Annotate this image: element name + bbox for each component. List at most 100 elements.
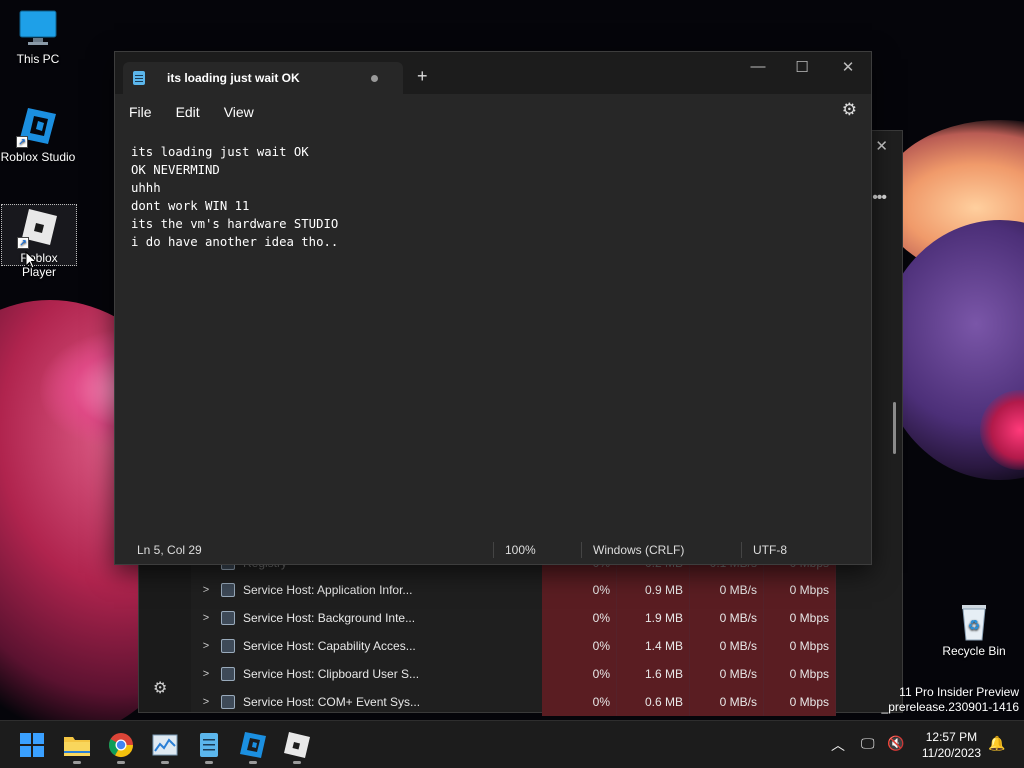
desktop-icon-label: Recycle Bin: [942, 644, 1006, 658]
desktop-icon-label: This PC: [16, 52, 60, 66]
desktop-icon-this-pc[interactable]: This PC: [0, 8, 76, 66]
menu-file[interactable]: File: [115, 104, 162, 120]
memory-cell: 1.4 MB: [617, 632, 690, 660]
new-tab-button[interactable]: +: [417, 66, 428, 87]
desktop-icon-recycle-bin[interactable]: ♻ Recycle Bin: [936, 600, 1012, 658]
network-icon[interactable]: 🖵: [861, 735, 875, 752]
disk-cell: 0 MB/s: [690, 576, 764, 604]
volume-muted-icon[interactable]: 🔇: [887, 735, 904, 752]
table-row[interactable]: > Service Host: Capability Acces... 0% 1…: [191, 632, 904, 660]
chevron-right-icon[interactable]: >: [191, 584, 221, 596]
minimize-button[interactable]: —: [735, 58, 781, 75]
roblox-studio-icon: ↗: [16, 106, 58, 148]
service-icon: [221, 667, 235, 681]
chevron-up-icon[interactable]: ︿: [831, 735, 845, 755]
desktop-icon-label: Roblox Player: [20, 251, 58, 279]
running-indicator: [293, 761, 301, 764]
clock-date: 11/20/2023: [921, 746, 981, 760]
line-ending[interactable]: Windows (CRLF): [593, 543, 684, 557]
encoding[interactable]: UTF-8: [753, 543, 787, 557]
gear-icon[interactable]: ⚙: [153, 678, 167, 698]
memory-cell: 1.6 MB: [617, 660, 690, 688]
maximize-button[interactable]: ☐: [779, 58, 825, 76]
running-indicator: [117, 761, 125, 764]
process-name: Service Host: COM+ Event Sys...: [243, 695, 421, 709]
network-cell: 0 Mbps: [764, 688, 836, 716]
notepad-icon: [133, 71, 145, 85]
text-line: uhhh: [131, 181, 161, 195]
desktop-icon-roblox-player[interactable]: ↗ Roblox Player: [1, 204, 77, 279]
svg-text:♻: ♻: [968, 617, 981, 633]
watermark-line: _prerelease.230901-1416: [881, 700, 1019, 714]
memory-cell: 1.9 MB: [617, 604, 690, 632]
network-cell: 0 Mbps: [764, 660, 836, 688]
memory-cell: 0.6 MB: [617, 688, 690, 716]
more-options-icon[interactable]: •••: [872, 189, 887, 207]
taskbar-roblox-studio[interactable]: [237, 729, 269, 764]
menu-view[interactable]: View: [214, 104, 264, 120]
notification-bell-icon[interactable]: 🔔: [988, 735, 1005, 752]
process-name: Service Host: Application Infor...: [243, 583, 413, 597]
shortcut-arrow-icon: ↗: [17, 237, 29, 249]
cpu-cell: 0%: [542, 576, 617, 604]
network-cell: 0 Mbps: [764, 632, 836, 660]
title-bar[interactable]: its loading just wait OK + — ☐ ✕: [115, 52, 871, 94]
running-indicator: [249, 761, 257, 764]
roblox-player-icon: [284, 732, 310, 758]
text-editor[interactable]: its loading just wait OK OK NEVERMIND uh…: [115, 130, 871, 536]
start-button[interactable]: [16, 729, 48, 761]
chevron-right-icon[interactable]: >: [191, 696, 221, 708]
service-icon: [221, 583, 235, 597]
shortcut-arrow-icon: ↗: [16, 136, 28, 148]
cursor-position: Ln 5, Col 29: [137, 543, 202, 557]
process-name: Service Host: Background Inte...: [243, 611, 416, 625]
disk-cell: 0 MB/s: [690, 604, 764, 632]
text-line: dont work WIN 11: [131, 199, 250, 213]
mouse-cursor-icon: [25, 251, 37, 269]
clock[interactable]: 12:57 PM 11/20/2023: [922, 729, 981, 761]
taskbar-file-explorer[interactable]: [61, 729, 93, 764]
windows-logo-icon: [20, 733, 44, 757]
text-line: OK NEVERMIND: [131, 163, 220, 177]
memory-cell: 0.9 MB: [617, 576, 690, 604]
taskbar-roblox-player[interactable]: [281, 729, 313, 764]
menu-edit[interactable]: Edit: [166, 104, 210, 120]
chrome-icon: [108, 733, 133, 758]
cpu-cell: 0%: [542, 688, 617, 716]
desktop-icon-label: Roblox Studio: [0, 150, 76, 164]
scrollbar-thumb[interactable]: [893, 402, 896, 454]
chevron-right-icon[interactable]: >: [191, 668, 221, 680]
divider: [581, 542, 582, 558]
close-button[interactable]: ✕: [825, 58, 871, 76]
desktop-icon-roblox-studio[interactable]: ↗ Roblox Studio: [0, 106, 76, 164]
unsaved-dot-icon[interactable]: [371, 74, 378, 82]
windows-watermark: 11 Pro Insider Preview _prerelease.23090…: [882, 685, 1019, 715]
table-row[interactable]: > Service Host: COM+ Event Sys... 0% 0.6…: [191, 688, 904, 716]
running-indicator: [205, 761, 213, 764]
tab-document[interactable]: its loading just wait OK: [123, 62, 403, 94]
tab-title: its loading just wait OK: [167, 71, 300, 85]
task-manager-icon: [152, 734, 178, 756]
table-row[interactable]: > Service Host: Application Infor... 0% …: [191, 576, 904, 604]
gear-icon[interactable]: ⚙: [842, 100, 857, 120]
notepad-window[interactable]: its loading just wait OK + — ☐ ✕ File Ed…: [114, 51, 872, 565]
table-row[interactable]: > Service Host: Clipboard User S... 0% 1…: [191, 660, 904, 688]
chevron-right-icon[interactable]: >: [191, 612, 221, 624]
taskbar-notepad[interactable]: [193, 729, 225, 764]
process-name: Service Host: Capability Acces...: [243, 639, 416, 653]
cpu-cell: 0%: [542, 604, 617, 632]
close-icon[interactable]: ✕: [875, 137, 888, 155]
zoom-level[interactable]: 100%: [505, 543, 536, 557]
divider: [493, 542, 494, 558]
running-indicator: [161, 761, 169, 764]
text-line: its loading just wait OK: [131, 145, 309, 159]
service-icon: [221, 611, 235, 625]
notepad-icon: [200, 733, 218, 757]
folder-icon: [64, 737, 90, 756]
service-icon: [221, 695, 235, 709]
table-row[interactable]: > Service Host: Background Inte... 0% 1.…: [191, 604, 904, 632]
divider: [741, 542, 742, 558]
taskbar-task-manager[interactable]: [149, 729, 181, 764]
chevron-right-icon[interactable]: >: [191, 640, 221, 652]
taskbar-chrome[interactable]: [105, 729, 137, 764]
